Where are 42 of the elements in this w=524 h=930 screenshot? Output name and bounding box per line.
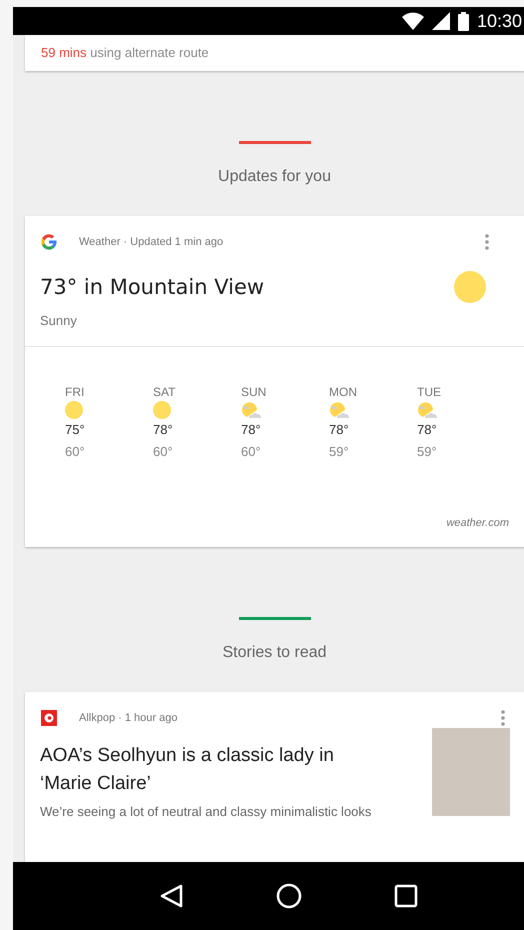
back-icon[interactable] [158,883,184,909]
high-temperature: 78° [241,422,261,437]
more-options-icon [501,710,505,726]
forecast-day: MON [329,385,357,399]
high-temperature: 78° [153,422,173,437]
story-headline[interactable]: AOA’s Seolhyun is a classic lady in ‘Marie Claire’ [40,742,370,798]
sun-cloud-icon [329,401,349,419]
signal-icon [432,12,450,30]
forecast-day: SUN [241,385,266,399]
sun-icon [65,401,83,419]
home-icon[interactable] [276,883,302,909]
source-link[interactable]: weather.com [446,517,509,529]
weather-condition: Sunny [40,313,78,328]
sun-cloud-icon [417,401,437,419]
low-temperature: 59° [417,444,437,459]
forecast-day: TUE [417,385,441,399]
high-temperature: 78° [417,422,437,437]
low-temperature: 60° [153,444,173,459]
card-source: Allkpop · 1 hour ago [79,712,178,724]
high-temperature: 75° [65,422,85,437]
low-temperature: 60° [241,444,261,459]
forecast-day: SAT [153,385,176,399]
high-temperature: 78° [329,422,349,437]
story-snippet: We’re seeing a lot of neutral and classy minimalistic looks [40,804,372,819]
logo-icon [40,709,58,727]
battery-icon [458,12,469,30]
low-temperature: 59° [329,444,349,459]
traffic-info: 59 mins using alternate route [41,45,210,60]
forecast-day: FRI [65,385,84,399]
section-title: Updates for you [218,168,331,186]
google-g-icon [40,233,58,251]
clock-time: 10:30 [476,10,522,32]
section-title: Stories to read [222,644,327,662]
card-source: Weather · Updated 1 min ago [79,236,224,248]
more-options-icon [485,234,489,250]
recent-apps-icon[interactable] [392,883,418,909]
sun-icon [153,401,171,419]
weather-title: 73° in Mountain View [40,275,264,299]
sun-icon [454,271,486,303]
sun-cloud-icon [241,401,261,419]
wifi-icon [402,12,424,30]
low-temperature: 60° [65,444,85,459]
